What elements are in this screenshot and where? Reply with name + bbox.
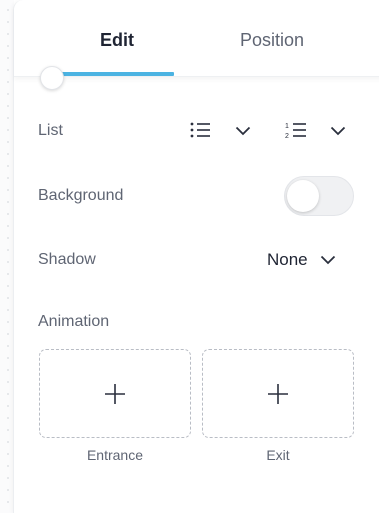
shadow-value: None — [267, 250, 308, 269]
tab-edit[interactable]: Edit — [100, 30, 134, 51]
toggle-knob — [287, 180, 319, 212]
list-label: List — [38, 122, 63, 139]
svg-text:1: 1 — [285, 123, 289, 130]
edit-panel: Edit Position List 1 2 Background Shadow… — [13, 0, 379, 513]
numbered-list-icon[interactable]: 1 2 — [282, 118, 310, 142]
chevron-down-icon[interactable] — [326, 120, 350, 142]
plus-icon — [105, 383, 125, 404]
add-exit-animation-button[interactable] — [202, 349, 354, 438]
background-toggle[interactable] — [284, 176, 354, 216]
shadow-label: Shadow — [38, 251, 96, 268]
active-tab-indicator — [60, 72, 174, 76]
tab-position[interactable]: Position — [240, 30, 304, 51]
background-label: Background — [38, 187, 124, 204]
plus-icon — [268, 383, 288, 404]
slider-handle[interactable] — [40, 66, 64, 90]
shadow-select[interactable]: None — [267, 250, 336, 270]
exit-caption: Exit — [266, 447, 290, 463]
svg-text:2: 2 — [285, 133, 289, 139]
add-entrance-animation-button[interactable] — [39, 349, 191, 438]
chevron-down-icon — [320, 255, 336, 265]
animation-label: Animation — [38, 313, 110, 330]
chevron-down-icon[interactable] — [231, 120, 255, 142]
bulleted-list-icon[interactable] — [186, 118, 214, 142]
tab-bar: Edit Position — [14, 0, 379, 77]
entrance-caption: Entrance — [86, 447, 144, 463]
canvas-background — [0, 0, 14, 513]
